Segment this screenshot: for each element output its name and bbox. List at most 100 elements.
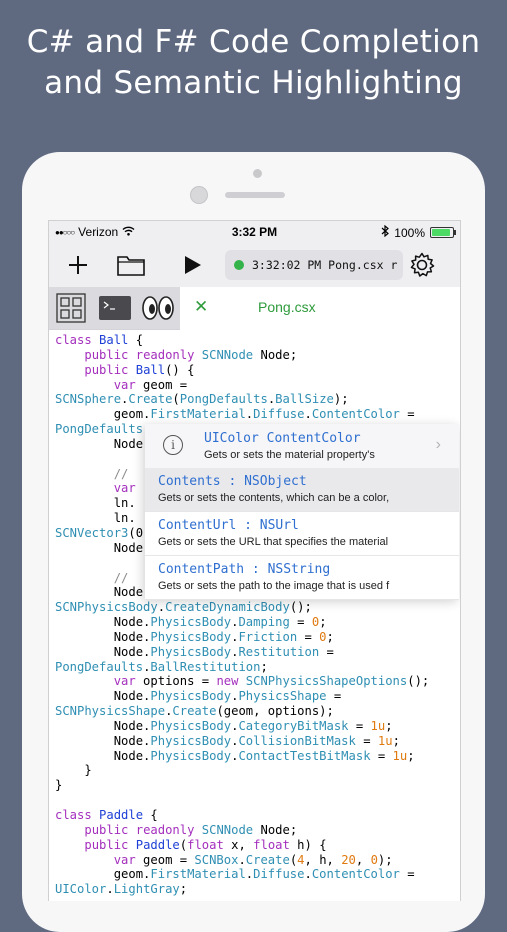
- code-token: PhysicsBody: [150, 689, 232, 704]
- code-token: //: [113, 466, 136, 481]
- code-token: readonly: [135, 347, 195, 362]
- code-token: Paddle: [135, 837, 180, 852]
- code-line: }: [55, 763, 455, 778]
- gear-icon[interactable]: [406, 249, 438, 281]
- code-token: 1u: [392, 748, 408, 763]
- folder-icon[interactable]: [115, 249, 147, 281]
- code-token: var: [113, 377, 136, 392]
- completion-item-title: Contents : NSObject: [158, 474, 307, 489]
- tab-pong-csx[interactable]: ✕ Pong.csx: [180, 287, 460, 330]
- code-token: ;: [392, 733, 400, 748]
- code-token: PhysicsBody: [150, 718, 232, 733]
- code-token: ln.: [55, 511, 136, 526]
- code-token: ;: [407, 748, 415, 763]
- code-token: ;: [260, 659, 268, 674]
- code-token: Node.: [55, 629, 151, 644]
- code-token: Damping: [238, 615, 290, 630]
- code-line: Node.PhysicsBody.Friction = 0;: [55, 630, 455, 645]
- code-token: 1u: [377, 733, 393, 748]
- battery-tip: [454, 230, 456, 235]
- code-token: Ball: [99, 333, 129, 347]
- code-token: Node.: [55, 689, 151, 704]
- completion-item-title: ContentPath : NSString: [158, 562, 331, 577]
- code-token: .: [238, 852, 246, 867]
- run-status-field[interactable]: 3:32:02 PM Pong.csx r: [225, 250, 403, 280]
- code-line: class Paddle {: [55, 808, 455, 823]
- code-token: .: [106, 882, 114, 897]
- completion-item-contenturl[interactable]: ContentUrl : NSUrl Gets or sets the URL …: [145, 512, 459, 556]
- code-token: =: [326, 689, 342, 704]
- code-line: Node.PhysicsBody.PhysicsShape =: [55, 689, 455, 704]
- eyes-icon[interactable]: [142, 295, 174, 326]
- close-icon[interactable]: ✕: [194, 297, 208, 317]
- completion-item-contents[interactable]: Contents : NSObject Gets or sets the con…: [145, 468, 459, 512]
- front-camera: [253, 169, 262, 178]
- code-token: readonly: [135, 822, 195, 837]
- code-token: =: [289, 615, 312, 630]
- completion-item-description: Gets or sets the contents, which can be …: [158, 492, 390, 504]
- code-token: Restitution: [238, 644, 320, 659]
- code-token: geom.: [55, 867, 151, 882]
- terminal-icon[interactable]: [99, 296, 131, 325]
- code-token: Create: [128, 392, 173, 407]
- code-token: PhysicsBody: [150, 629, 232, 644]
- code-line: Node.PhysicsBody.Damping = 0;: [55, 615, 455, 630]
- sensor-dot: [190, 186, 208, 204]
- code-token: () {: [165, 362, 195, 377]
- completion-header[interactable]: i UIColor ContentColor Gets or sets the …: [145, 424, 459, 469]
- code-line: public Paddle(float x, float h) {: [55, 838, 455, 853]
- code-token: ;: [319, 615, 327, 630]
- code-token: );: [333, 392, 349, 407]
- code-token: float: [187, 837, 224, 852]
- code-token: CreateDynamicBody: [165, 600, 290, 615]
- code-line: class Ball {: [55, 333, 455, 348]
- code-editor[interactable]: class Ball { public readonly SCNNode Nod…: [55, 333, 455, 897]
- code-line: PongDefaults.BallRestitution;: [55, 660, 455, 675]
- bluetooth-icon: [381, 224, 390, 240]
- play-icon[interactable]: [176, 249, 208, 281]
- code-token: Diffuse: [253, 867, 305, 882]
- completion-popup: i UIColor ContentColor Gets or sets the …: [145, 424, 459, 600]
- completion-item-contentpath[interactable]: ContentPath : NSString Gets or sets the …: [145, 556, 459, 600]
- code-token: (: [172, 392, 180, 407]
- code-token: ();: [407, 674, 430, 689]
- completion-item-title: ContentUrl : NSUrl: [158, 518, 299, 533]
- code-token: PhysicsBody: [150, 615, 232, 630]
- code-token: Diffuse: [253, 407, 305, 422]
- code-token: BallRestitution: [150, 659, 261, 674]
- run-status-indicator: [234, 260, 244, 270]
- plus-icon[interactable]: [62, 249, 94, 281]
- code-token: SCNNode: [201, 347, 254, 362]
- code-token: SCNNode: [201, 822, 254, 837]
- battery-fill: [432, 229, 450, 236]
- code-token: UIColor: [55, 882, 107, 897]
- code-token: .: [304, 407, 312, 422]
- code-token: CollisionBitMask: [238, 733, 356, 748]
- code-line: Node.PhysicsBody.Restitution =: [55, 645, 455, 660]
- code-token: =: [348, 718, 371, 733]
- code-token: ContentColor: [311, 407, 400, 422]
- code-token: Friction: [238, 629, 298, 644]
- code-token: LightGray: [113, 882, 180, 897]
- grid-icon[interactable]: [56, 293, 86, 328]
- code-line: public readonly SCNNode Node;: [55, 348, 455, 363]
- code-token: {: [128, 333, 144, 347]
- code-token: Node: [55, 540, 144, 555]
- code-token: PhysicsBody: [150, 733, 232, 748]
- code-token: ;: [179, 882, 188, 897]
- code-line: }: [55, 778, 455, 793]
- code-token: h) {: [289, 837, 327, 852]
- code-token: PongDefaults: [55, 659, 144, 674]
- code-token: Node;: [253, 347, 298, 362]
- code-line: public Ball() {: [55, 363, 455, 378]
- code-token: .: [157, 600, 166, 615]
- code-token: PhysicsShape: [238, 689, 327, 704]
- code-token: Node.: [55, 585, 151, 600]
